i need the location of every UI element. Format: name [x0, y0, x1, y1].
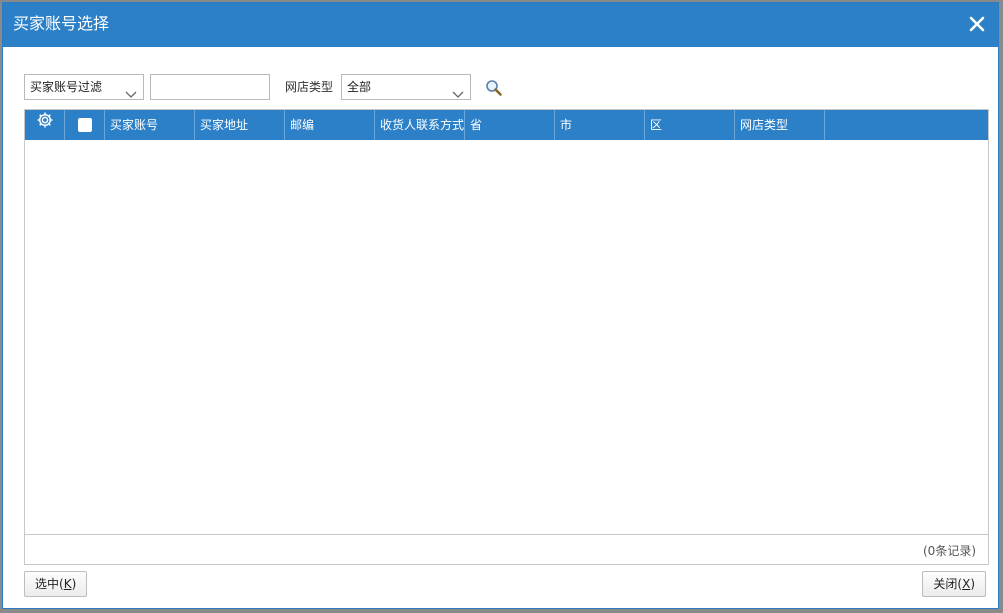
record-count: (0条记录) [923, 544, 976, 558]
gear-icon[interactable] [36, 110, 54, 140]
select-button-label: 选中( [35, 577, 64, 591]
buyer-account-grid: 买家账号 买家地址 邮编 收货人联系方式 省 市 区 网店类型 (0条记录) [24, 109, 989, 565]
select-all-cell[interactable] [65, 110, 105, 140]
search-icon[interactable] [485, 79, 503, 97]
filter-type-select[interactable]: 买家账号过滤 [24, 74, 144, 100]
select-button-label-end: ) [71, 577, 77, 591]
col-recipient-contact[interactable]: 收货人联系方式 [375, 110, 465, 140]
chevron-down-icon [125, 83, 137, 98]
filter-type-value: 买家账号过滤 [30, 80, 103, 94]
dialog-titlebar: 买家账号选择 [3, 3, 998, 47]
col-city[interactable]: 市 [555, 110, 645, 140]
col-buyer-account[interactable]: 买家账号 [105, 110, 195, 140]
chevron-down-icon [452, 83, 464, 98]
col-province[interactable]: 省 [465, 110, 555, 140]
dialog-title: 买家账号选择 [13, 14, 110, 33]
grid-header: 买家账号 买家地址 邮编 收货人联系方式 省 市 区 网店类型 [25, 110, 988, 140]
col-postcode[interactable]: 邮编 [285, 110, 375, 140]
select-button[interactable]: 选中(K) [24, 571, 88, 597]
filter-input[interactable] [150, 74, 270, 100]
close-icon[interactable] [966, 13, 988, 35]
close-button-label: 关闭( [933, 577, 963, 591]
select-button-hotkey: K [63, 577, 72, 591]
grid-settings-cell[interactable] [25, 110, 65, 140]
grid-body [25, 140, 988, 534]
col-buyer-address[interactable]: 买家地址 [195, 110, 285, 140]
select-all-checkbox[interactable] [77, 118, 92, 132]
close-button-label-end: ) [970, 577, 975, 591]
col-district[interactable]: 区 [645, 110, 735, 140]
shop-type-select[interactable]: 全部 [341, 74, 471, 100]
grid-footer: (0条记录) [25, 534, 988, 564]
close-button[interactable]: 关闭(X) [922, 571, 986, 597]
buyer-account-dialog: 买家账号选择 买家账号过滤 网店类型 全部 买家账号 买家地址 邮编 收货人联系… [2, 2, 999, 609]
shop-type-label: 网店类型 [285, 80, 334, 94]
col-shop-type[interactable]: 网店类型 [735, 110, 825, 140]
filter-toolbar: 买家账号过滤 网店类型 全部 [24, 74, 998, 102]
shop-type-value: 全部 [347, 80, 372, 94]
